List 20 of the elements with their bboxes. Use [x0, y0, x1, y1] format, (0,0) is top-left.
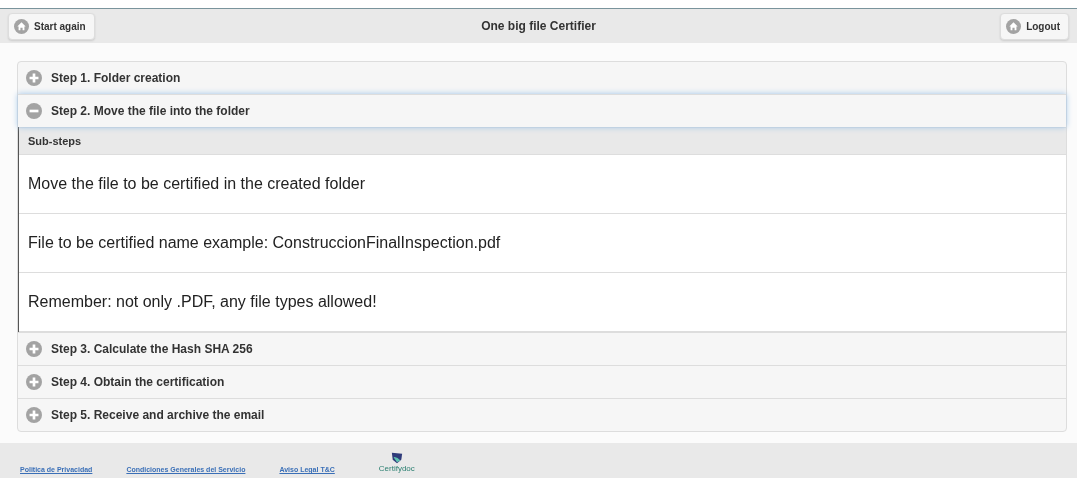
step-header[interactable]: Step 5. Receive and archive the email [18, 398, 1066, 431]
step-title: Step 1. Folder creation [51, 71, 181, 85]
logout-button[interactable]: Logout [1000, 12, 1069, 40]
sub-step-text: File to be certified name example: ConstruccionFinalInspection.pdf [19, 214, 1066, 273]
section-header: Sub-steps [19, 127, 1066, 155]
sub-step-text: Remember: not only .PDF, any file types allowed! [19, 273, 1066, 332]
logo-text: Certifydoc [378, 464, 415, 473]
home-icon [1006, 18, 1022, 34]
sub-step-text: Move the file to be certified in the created folder [19, 155, 1066, 214]
step-title: Step 5. Receive and archive the email [51, 408, 265, 422]
step-header[interactable]: Step 3. Calculate the Hash SHA 256 [18, 332, 1066, 365]
step-header[interactable]: Step 1. Folder creation [18, 62, 1066, 94]
home-icon [14, 18, 29, 34]
start-again-button[interactable]: Start again [8, 12, 95, 40]
shield-logo-icon [390, 452, 403, 464]
page-title: One big file Certifier [481, 19, 596, 33]
step-title: Step 2. Move the file into the folder [51, 104, 250, 118]
step-title: Step 4. Obtain the certification [51, 375, 225, 389]
step-title: Step 3. Calculate the Hash SHA 256 [51, 342, 253, 356]
step-header[interactable]: Step 4. Obtain the certification [18, 365, 1066, 398]
